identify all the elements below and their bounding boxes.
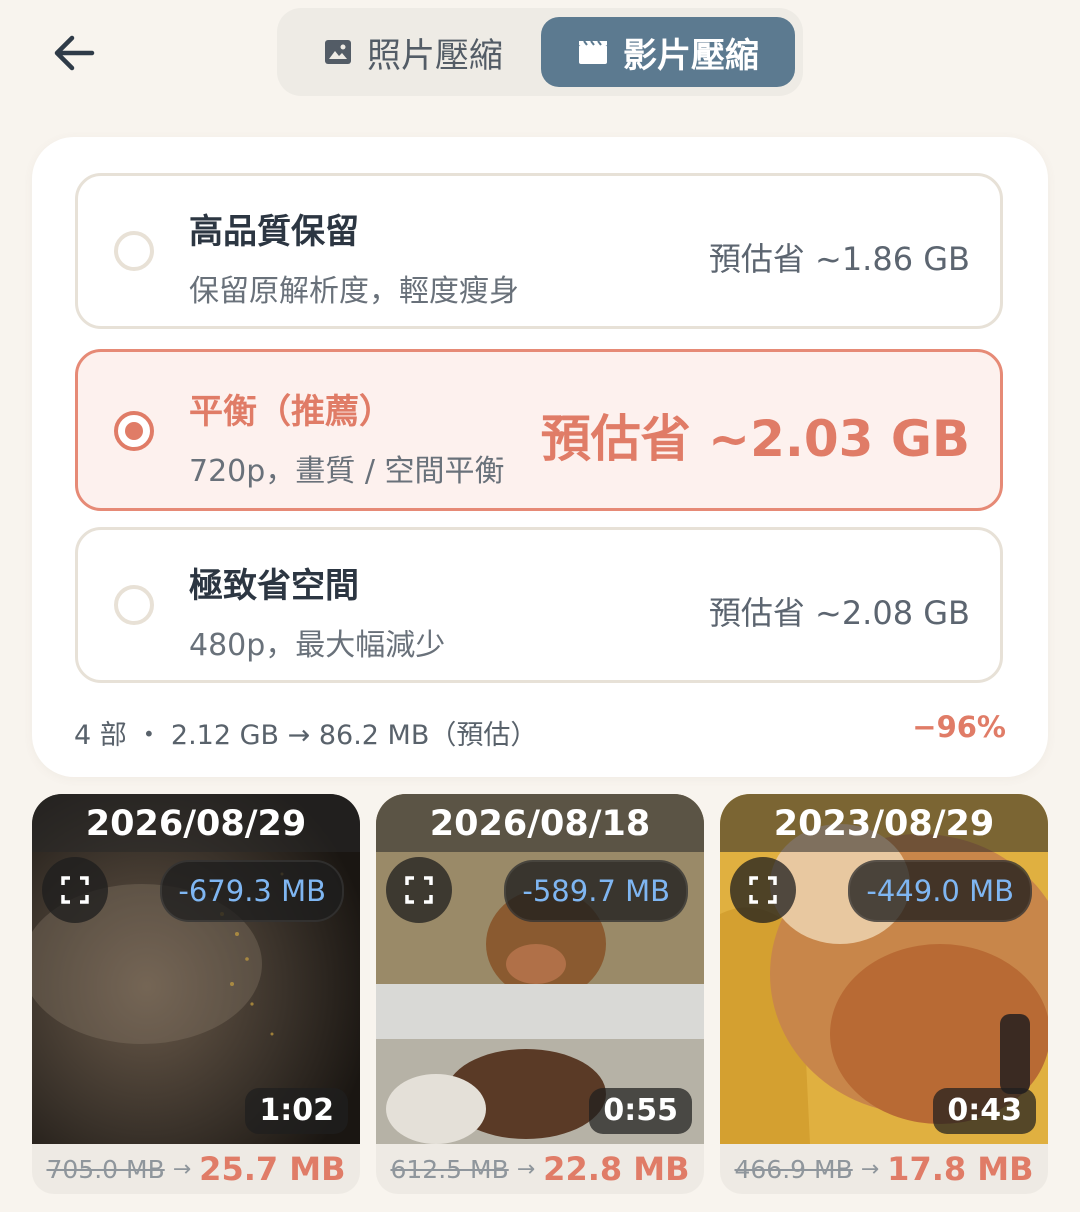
video-date: 2026/08/29	[32, 794, 360, 852]
size-saving-badge: -449.0 MB	[848, 860, 1032, 922]
option-estimate: 預估省 ~1.86 GB	[708, 240, 970, 278]
original-size: 612.5 MB	[390, 1154, 509, 1184]
option-title: 平衡（推薦）	[189, 392, 393, 432]
video-thumbnail[interactable]: 2023/08/29 -449.0 MB 0:43 466.9 MB → 17.…	[720, 794, 1048, 1194]
image-icon	[325, 40, 351, 64]
arrow-right-icon: →	[172, 1156, 192, 1182]
option-title: 高品質保留	[189, 212, 359, 252]
compression-type-switch: 照片壓縮 影片壓縮	[277, 8, 803, 96]
fullscreen-icon	[405, 876, 433, 904]
video-duration: 0:55	[589, 1088, 692, 1134]
size-comparison: 705.0 MB → 25.7 MB	[32, 1144, 360, 1194]
arrow-right-icon: →	[516, 1156, 536, 1182]
size-saving-badge: -679.3 MB	[160, 860, 344, 922]
compression-summary: 4 部 ・ 2.12 GB → 86.2 MB（預估）	[74, 720, 538, 751]
tab-label: 照片壓縮	[367, 35, 503, 76]
back-arrow-icon[interactable]	[50, 28, 100, 78]
tab-photo-compression[interactable]: 照片壓縮	[287, 17, 539, 87]
option-balanced[interactable]: 平衡（推薦） 720p，畫質 / 空間平衡 預估省 ~2.03 GB	[75, 349, 1003, 511]
radio-button[interactable]	[114, 231, 154, 271]
video-date: 2023/08/29	[720, 794, 1048, 852]
radio-button[interactable]	[114, 585, 154, 625]
reduction-percent: −96%	[912, 710, 1006, 744]
original-size: 705.0 MB	[46, 1154, 165, 1184]
option-max-saving[interactable]: 極致省空間 480p，最大幅減少 預估省 ~2.08 GB	[75, 527, 1003, 683]
tab-video-compression[interactable]: 影片壓縮	[541, 17, 795, 87]
film-icon	[579, 40, 607, 64]
compressed-size: 17.8 MB	[887, 1150, 1034, 1188]
video-duration: 1:02	[245, 1088, 348, 1134]
compression-options-card: 高品質保留 保留原解析度，輕度瘦身 預估省 ~1.86 GB 平衡（推薦） 72…	[32, 137, 1048, 777]
video-duration: 0:43	[933, 1088, 1036, 1134]
arrow-right-icon: →	[860, 1156, 880, 1182]
size-comparison: 466.9 MB → 17.8 MB	[720, 1144, 1048, 1194]
size-saving-badge: -589.7 MB	[504, 860, 688, 922]
compressed-size: 22.8 MB	[543, 1150, 690, 1188]
radio-button[interactable]	[114, 411, 154, 451]
video-thumbnail[interactable]: 2026/08/29 -679.3 MB 1:02 705.0 MB → 25.…	[32, 794, 360, 1194]
option-estimate: 預估省 ~2.03 GB	[540, 410, 970, 468]
option-high-quality[interactable]: 高品質保留 保留原解析度，輕度瘦身 預估省 ~1.86 GB	[75, 173, 1003, 329]
size-comparison: 612.5 MB → 22.8 MB	[376, 1144, 704, 1194]
expand-preview-button[interactable]	[42, 857, 108, 923]
video-date: 2026/08/18	[376, 794, 704, 852]
option-title: 極致省空間	[189, 566, 359, 606]
option-estimate: 預估省 ~2.08 GB	[708, 594, 970, 632]
compressed-size: 25.7 MB	[199, 1150, 346, 1188]
expand-preview-button[interactable]	[386, 857, 452, 923]
option-description: 480p，最大幅減少	[189, 628, 446, 663]
original-size: 466.9 MB	[734, 1154, 853, 1184]
video-thumbnail[interactable]: 2026/08/18 -589.7 MB 0:55 612.5 MB → 22.…	[376, 794, 704, 1194]
option-description: 720p，畫質 / 空間平衡	[189, 454, 505, 489]
tab-label: 影片壓縮	[623, 35, 759, 76]
fullscreen-icon	[749, 876, 777, 904]
option-description: 保留原解析度，輕度瘦身	[189, 274, 519, 309]
fullscreen-icon	[61, 876, 89, 904]
expand-preview-button[interactable]	[730, 857, 796, 923]
